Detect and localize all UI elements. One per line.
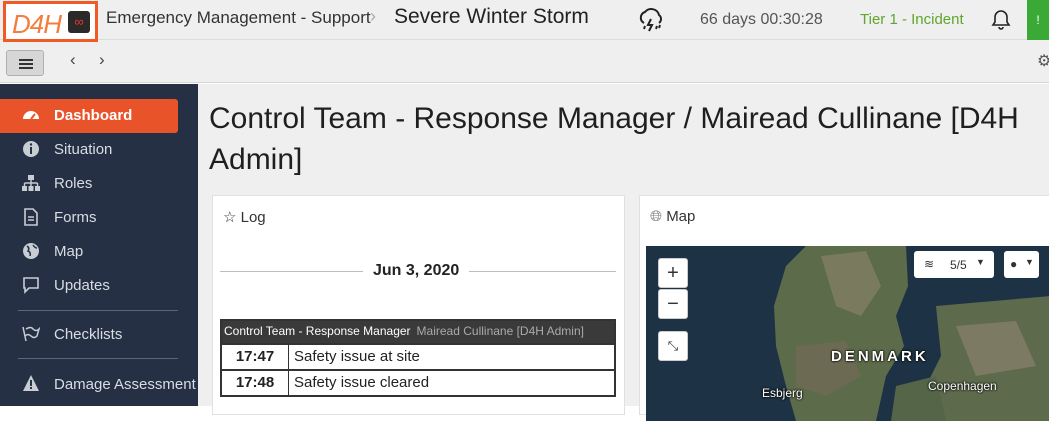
chevron-down-icon: ▼ [1025,257,1034,267]
sidebar-item-label: Checklists [54,326,123,343]
elapsed-timer: 66 days 00:30:28 [700,11,823,28]
status-tab-button[interactable]: ! [1027,0,1049,40]
log-time: 17:48 [222,371,289,395]
main-content: Control Team - Response Manager / Mairea… [198,84,1049,421]
star-icon[interactable]: ☆ [223,209,236,226]
checklist-icon [22,326,40,342]
logo-text: D4H [12,9,62,39]
collapse-icon[interactable]: ⤡ [658,331,688,361]
log-group-header: Control Team - Response Manager Mairead C… [222,321,614,343]
log-message: Safety issue at site [294,348,420,365]
log-heading: ☆ Log [223,208,266,226]
map-view[interactable]: + − ⤡ ≋ 5/5 ▼ ● ▼ DENMARK Copenhagen Esb… [646,246,1049,421]
zoom-out-button[interactable]: − [658,289,688,319]
page-title: Control Team - Response Manager / Mairea… [209,102,1019,176]
sidebar-item-label: Situation [54,141,113,158]
sidebar-item-damage-assessment[interactable]: Damage Assessment [0,367,198,407]
log-title: Log [240,209,266,226]
chevron-down-icon: ▼ [976,257,985,267]
log-table: Control Team - Response Manager Mairead C… [220,319,616,397]
warning-icon [23,375,39,391]
globe-icon: 🌐︎ [650,208,663,225]
layers-icon: ≋ [924,257,935,271]
log-time: 17:47 [222,345,289,369]
gear-icon[interactable]: ⚙ [1037,51,1049,71]
map-title: Map [666,208,696,225]
info-icon [23,141,39,157]
layers-button[interactable]: ≋ 5/5 ▼ [914,251,994,278]
table-row[interactable]: 17:48 Safety issue cleared [222,369,614,395]
sidebar-divider [18,310,178,311]
sidebar-item-label: Dashboard [54,107,133,124]
sidebar-item-situation[interactable]: Situation [0,133,198,167]
chat-icon [23,277,39,294]
app-title[interactable]: Emergency Management - Support [106,8,371,28]
log-date: Jun 3, 2020 [363,262,470,280]
top-bar: D4H ∞ Emergency Management - Support › S… [0,0,1049,42]
forward-icon[interactable]: › [99,50,105,70]
back-icon[interactable]: ‹ [70,50,76,70]
menu-toggle-button[interactable] [6,50,44,76]
log-group-role: Control Team - Response Manager [224,324,411,338]
document-icon [24,208,38,226]
sidebar-item-forms[interactable]: Forms [0,201,198,235]
log-group-user: Mairead Cullinane [D4H Admin] [416,324,584,338]
basemap-button[interactable]: ● ▼ [1004,251,1039,278]
sidebar-item-roles[interactable]: Roles [0,167,198,201]
breadcrumb-separator-icon: › [370,6,376,26]
logo-badge-icon: ∞ [68,11,90,33]
table-row[interactable]: 17:47 Safety issue at site [222,343,614,369]
sidebar-item-checklists[interactable]: Checklists [0,318,198,352]
logo[interactable]: D4H ∞ [3,1,98,42]
log-message: Safety issue cleared [294,374,430,391]
log-panel: ☆ Log Jun 3, 2020 Control Team - Respons… [212,195,625,415]
toolbar: ‹ › ⚙ [0,40,1049,83]
map-label-city: Copenhagen [928,379,997,393]
sidebar-item-label: Map [54,243,84,260]
incident-name[interactable]: Severe Winter Storm [394,5,589,29]
map-label-city: Esbjerg [762,386,803,400]
globe-icon: ● [1010,257,1018,271]
sidebar-item-dashboard[interactable]: Dashboard [0,99,178,133]
sidebar-item-label: Damage Assessment [54,376,196,393]
dashboard-icon [23,111,39,120]
storm-cloud-icon [639,8,662,32]
layers-count: 5/5 [950,258,967,272]
sidebar-item-label: Updates [54,277,110,294]
sidebar: Dashboard Situation Roles Forms Map Upda… [0,84,198,406]
map-panel: 🌐︎ Map + − ⤡ ≋ 5/5 ▼ ● ▼ DENMARK Copenha… [639,195,1049,421]
map-label-country: DENMARK [831,348,929,365]
sitemap-icon [22,175,40,191]
sidebar-item-map[interactable]: Map [0,235,198,269]
sidebar-item-updates[interactable]: Updates [0,269,198,303]
sidebar-item-label: Forms [54,209,97,226]
globe-icon [23,243,39,259]
sidebar-divider [18,358,178,359]
bell-icon[interactable] [990,8,1012,30]
zoom-in-button[interactable]: + [658,258,688,288]
map-heading: 🌐︎ Map [650,208,695,225]
tier-status[interactable]: Tier 1 - Incident [860,11,964,28]
sidebar-item-label: Roles [54,175,93,192]
